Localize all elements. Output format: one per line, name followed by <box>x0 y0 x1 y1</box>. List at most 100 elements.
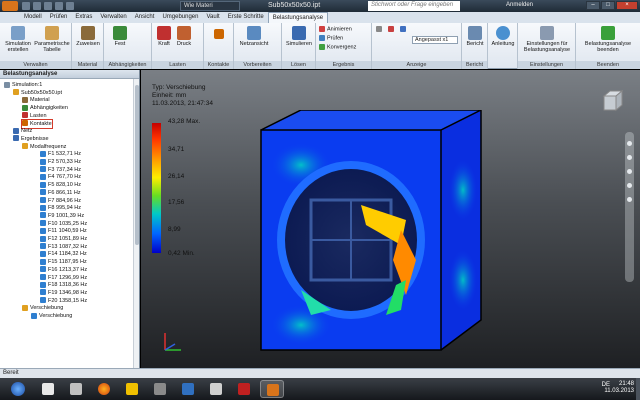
material-dropdown[interactable]: Wie Materi <box>180 1 240 11</box>
open-icon[interactable] <box>33 2 41 10</box>
orbit-icon[interactable] <box>627 183 632 188</box>
tab-umgebungen[interactable]: Umgebungen <box>158 12 202 23</box>
tree-node-icon <box>40 204 46 211</box>
pressure-icon <box>177 26 191 40</box>
animate-icon <box>319 26 325 32</box>
parametric-table-button[interactable]: Parametrische Tabelle <box>34 26 70 53</box>
zoom-icon[interactable] <box>627 169 632 174</box>
look-at-icon[interactable] <box>627 197 632 202</box>
taskbar-app-5[interactable] <box>148 380 172 398</box>
fixed-constraint-button[interactable]: Fest <box>110 26 130 47</box>
boundary-icon <box>400 26 406 32</box>
tree-node-icon <box>40 173 46 180</box>
glow-patch <box>449 250 477 310</box>
analysis-settings-button[interactable]: Einstellungen für Belastungsanalyse <box>520 26 574 53</box>
application-menu-button[interactable] <box>2 1 18 11</box>
tree-node-label: F1 532,71 Hz <box>48 151 82 158</box>
show-desktop-button[interactable] <box>636 378 640 400</box>
guide-button[interactable]: Anleitung <box>490 26 516 47</box>
taskbar-app-2[interactable] <box>64 380 88 398</box>
status-bar: Bereit <box>0 368 640 378</box>
taskbar-app-7[interactable] <box>204 380 228 398</box>
maximize-button[interactable]: □ <box>601 1 615 10</box>
contact-icon <box>214 29 224 39</box>
tree-node-label: F12 1051,89 Hz <box>48 236 88 242</box>
help-search-input[interactable]: Stichwort oder Frage eingeben <box>368 1 460 11</box>
graphics-viewport[interactable]: Typ: Verschiebung Einheit: mm 11.03.2013… <box>141 70 640 368</box>
tree-node-label: F20 1358,15 Hz <box>48 297 88 304</box>
force-button[interactable]: Kraft <box>154 26 174 47</box>
assign-material-button[interactable]: Zuweisen <box>74 26 102 47</box>
simulation-icon <box>11 26 25 40</box>
simulate-button[interactable]: Simulieren <box>284 26 314 47</box>
result-cube-model[interactable] <box>241 110 551 360</box>
finish-analysis-button[interactable]: Belastungsanalyse beenden <box>580 26 636 53</box>
mesh-view-button[interactable]: Netzansicht <box>236 26 272 47</box>
display-option-3[interactable] <box>400 26 408 33</box>
group-loesen: Simulieren Lösen <box>282 23 316 69</box>
close-button[interactable]: × <box>616 1 638 10</box>
signin-link[interactable]: Anmelden <box>506 2 533 8</box>
taskbar-app-6[interactable] <box>176 380 200 398</box>
convergence-button[interactable]: Konvergenz <box>319 44 356 51</box>
tree-node[interactable]: Verschiebung <box>31 312 72 320</box>
redo-icon[interactable] <box>66 2 74 10</box>
group-material: Zuweisen Material <box>72 23 104 69</box>
tree-node-icon <box>40 243 46 250</box>
tree-node-label: F4 767,70 Hz <box>48 174 82 181</box>
minimize-button[interactable]: – <box>586 1 600 10</box>
tab-pruefen[interactable]: Prüfen <box>46 12 72 23</box>
display-option-1[interactable] <box>376 26 384 33</box>
scale-dropdown[interactable]: Angepasst x1 <box>412 36 458 44</box>
simulation-create-button[interactable]: Simulation erstellen <box>2 26 34 53</box>
app-icon <box>182 383 194 395</box>
windows-taskbar: DE 21:48 11.03.2013 <box>0 378 640 400</box>
probe-icon <box>319 35 325 41</box>
tab-vault[interactable]: Vault <box>202 12 223 23</box>
taskbar-firefox[interactable] <box>92 380 116 398</box>
animate-button[interactable]: Animieren <box>319 26 352 33</box>
legend-tick: 8,99 <box>168 226 181 233</box>
contacts-button[interactable] <box>212 29 226 40</box>
group-kontakte: Kontakte <box>204 23 234 69</box>
group-title: Einstellungen <box>518 61 575 69</box>
viewcube[interactable] <box>600 88 626 114</box>
pan-icon[interactable] <box>627 155 632 160</box>
tab-ansicht[interactable]: Ansicht <box>131 12 159 23</box>
tree-node-icon <box>40 220 46 227</box>
legend-color-bar <box>152 123 161 253</box>
scrollbar-thumb[interactable] <box>135 85 139 245</box>
pressure-button[interactable]: Druck <box>174 26 194 47</box>
group-title: Material <box>72 61 103 69</box>
tab-modell[interactable]: Modell <box>20 12 46 23</box>
steering-wheel-icon[interactable] <box>627 141 632 146</box>
undo-icon[interactable] <box>55 2 63 10</box>
table-icon <box>45 26 59 40</box>
cube-right-face <box>441 110 481 350</box>
tree-node-label: F2 570,33 Hz <box>48 159 82 165</box>
tree-node-icon <box>40 197 46 204</box>
tab-erste-schritte[interactable]: Erste Schritte <box>224 12 268 23</box>
browser-scrollbar[interactable] <box>133 79 139 368</box>
inventor-icon <box>267 384 279 396</box>
tab-extras[interactable]: Extras <box>71 12 96 23</box>
clock[interactable]: 21:48 11.03.2013 <box>604 381 634 395</box>
probe-button[interactable]: Prüfen <box>319 35 343 42</box>
taskbar-inventor[interactable] <box>260 380 284 398</box>
tab-verwalten[interactable]: Verwalten <box>96 12 130 23</box>
windows-logo-icon <box>11 382 25 396</box>
taskbar-app-8[interactable] <box>232 380 256 398</box>
save-icon[interactable] <box>44 2 52 10</box>
display-option-2[interactable] <box>388 26 396 33</box>
taskbar-app-4[interactable] <box>120 380 144 398</box>
report-button[interactable]: Bericht <box>464 26 486 47</box>
tree-node-label: F14 1184,32 Hz <box>48 251 87 258</box>
tree-node-icon <box>40 150 46 157</box>
group-title: Beenden <box>576 61 640 69</box>
tab-belastungsanalyse[interactable]: Belastungsanalyse <box>267 12 329 23</box>
title-bar: Wie Materi Sub50x50x50.ipt Stichwort ode… <box>0 0 640 12</box>
browser-panel: Belastungsanalyse Simulation:1 Sub50x50x5… <box>0 70 140 368</box>
new-icon[interactable] <box>22 2 30 10</box>
taskbar-app-1[interactable] <box>36 380 60 398</box>
start-button[interactable] <box>4 380 32 398</box>
